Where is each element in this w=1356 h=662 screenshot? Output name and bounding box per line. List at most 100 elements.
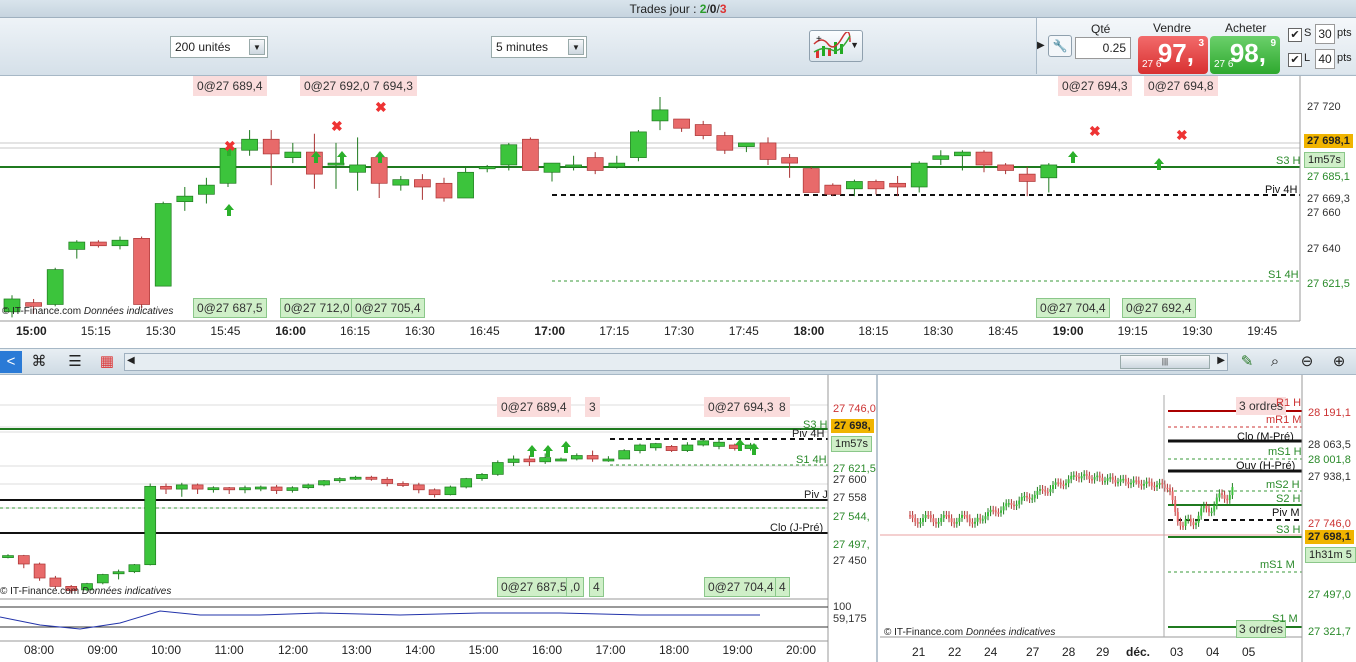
candle-body [1171,491,1174,500]
bottom-left-chart[interactable]: 0@27 689,4 3 0@27 694,3 8 0@27 687,5 ,0 … [0,375,878,662]
trade-tag[interactable]: 8 [775,397,790,417]
candle-body [1153,485,1156,488]
candle-body [927,514,930,517]
trade-tag[interactable]: 0@27 692,0 7 694,3 [300,76,417,96]
zoom-area-icon[interactable]: ⌕ [1264,351,1286,373]
stop-pts-input[interactable]: 30 [1315,24,1335,44]
candle-body [618,450,631,460]
main-chart[interactable]: ✖ ✖ ✖ ✖ ✖ 0@27 689,4 0@27 692,0 7 694,3 0@27… [0,76,1356,348]
level-s3h: S3 H [1276,155,1301,167]
candle-body [608,162,626,168]
level-pivm: Piv M [1272,507,1300,519]
qty-input[interactable]: 0.25 [1075,37,1131,59]
bottom-left-chart-canvas[interactable] [0,375,878,662]
candle-body [1018,173,1036,182]
time-label: 16:00 [275,324,306,338]
candle-body [1117,481,1119,484]
scroll-left-icon[interactable]: ◀ [127,355,135,366]
trade-tag[interactable]: 0@27 694,3 [1058,76,1132,96]
trade-tag[interactable]: 3 [585,397,600,417]
time-label: 13:00 [341,643,372,657]
bottom-right-chart[interactable]: 3 ordres 3 ordres © IT-Finance.com Donné… [880,375,1356,662]
units-select[interactable]: 200 unités ▼ [170,36,268,58]
candle-body [349,164,366,173]
chart-scrollbar[interactable]: ◀ ||| ▶ [124,353,1228,371]
collapse-arrow-icon[interactable]: ▶ [1037,34,1045,58]
candle-body [971,522,974,524]
zoom-out-icon[interactable]: ⊖ [1296,351,1318,373]
draw-tool-icon[interactable]: ✎ [1236,351,1258,373]
time-label: 16:30 [404,324,435,338]
candle-body [397,483,409,486]
limit-pts-input[interactable]: 40 [1315,49,1335,69]
candle-body [223,487,236,491]
trade-tag[interactable]: 4 [589,577,604,597]
trade-tag[interactable]: 4 [775,577,790,597]
trade-tag[interactable]: 0@27 689,4 [497,397,571,417]
sell-button[interactable]: 27 6 97, 3 [1138,36,1208,74]
candle-body [565,164,582,168]
buy-button[interactable]: 27 6 98, 9 [1210,36,1280,74]
limit-checkbox[interactable]: ✔ [1288,53,1302,67]
trade-tag[interactable]: 0@27 694,8 [1144,76,1218,96]
candle-body [1010,503,1013,505]
trade-tag[interactable]: 0@27 689,4 [193,76,267,96]
sell-label: Vendre [1153,21,1192,35]
candle-body [414,179,431,188]
scroll-thumb[interactable]: ||| [1120,355,1210,369]
time-label: 15:30 [145,324,176,338]
trade-tag[interactable]: 0@27 692,4 [1122,298,1196,318]
copyright-text: © IT-Finance.com Données indicatives [0,586,171,597]
time-label: 15:00 [16,324,47,338]
orders-icon[interactable]: ▦ [96,351,118,373]
navigation-toolbar: < ⌘ ☰ ▦ ◀ ||| ▶ ✎ ⌕ ⊖ ⊕ [0,348,1356,375]
candle-body [910,162,928,188]
candle-body [1124,478,1127,482]
candle-body [1020,496,1023,501]
candle-body [1104,480,1106,483]
candle-body [1033,494,1036,499]
price-axis-label: 27 746,0 [833,403,876,415]
candle-body [176,195,194,203]
trade-tag[interactable]: 0@27 687,5 [193,298,267,318]
zoom-in-icon[interactable]: ⊕ [1328,351,1350,373]
candle-body [713,441,725,447]
stop-checkbox[interactable]: ✔ [1288,28,1302,42]
candle-body [932,155,950,160]
chevron-down-icon[interactable]: ▼ [850,40,859,50]
candle-body [994,510,997,513]
candle-body [412,484,425,491]
share-icon[interactable]: < [0,351,22,373]
chevron-down-icon[interactable]: ▼ [568,39,584,55]
candle-body [997,164,1014,171]
list-icon[interactable]: ☰ [64,351,86,373]
price-axis-label: 27 544, [833,511,870,523]
indicators-button[interactable]: + ▼ [809,30,863,62]
candle-body [937,521,940,524]
candle-body [997,512,1000,514]
compare-icon[interactable]: ⌘ [28,351,50,373]
trade-tag[interactable]: 0@27 705,4 [351,298,425,318]
wrench-icon[interactable]: 🔧 [1048,35,1072,57]
chevron-down-icon[interactable]: ▼ [249,39,265,55]
timeframe-select[interactable]: 5 minutes ▼ [491,36,587,58]
buy-arrow-icon [1154,158,1164,170]
candle-body [1078,476,1080,479]
trade-tag[interactable]: 0@27 704,4 [1036,298,1110,318]
trade-tag[interactable]: 0@27 687,5 [497,577,571,597]
candle-body [90,241,107,247]
trade-tag[interactable]: 0@27 704,4 [704,577,778,597]
trade-tag[interactable]: 0@27 712,0 [280,298,354,318]
price-axis-label: 27 720 [1307,101,1341,113]
price-axis-label: 27 938,1 [1308,471,1351,483]
trade-tag[interactable]: 0@27 694,3 [704,397,778,417]
candle-body [1046,491,1049,494]
time-label: 19:45 [1247,324,1278,338]
scroll-right-icon[interactable]: ▶ [1217,355,1225,366]
copyright: © IT-Finance.com [0,586,80,597]
time-label: 21 [912,645,926,659]
candle-body [1148,481,1151,484]
buy-price-main: 98, [1229,38,1266,68]
candle-body [1098,475,1101,478]
trade-tag[interactable]: ,0 [566,577,585,597]
